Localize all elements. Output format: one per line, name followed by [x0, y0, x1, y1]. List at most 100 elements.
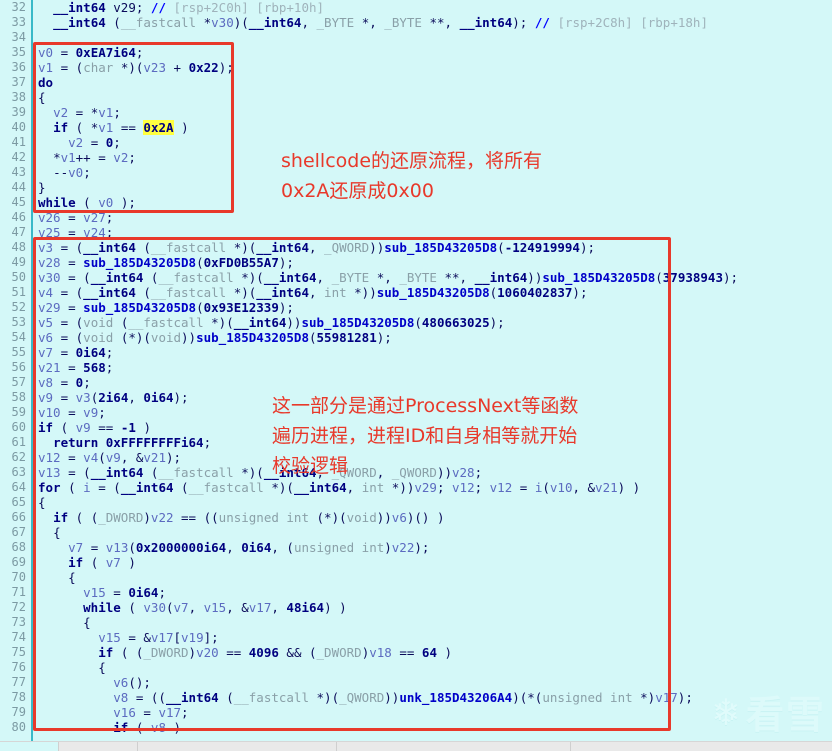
line-text[interactable]: {: [38, 495, 46, 510]
code-line[interactable]: 79 v16 = v17;: [0, 705, 832, 720]
code-line[interactable]: 37 do: [0, 75, 832, 90]
line-text[interactable]: v2 = 0;: [38, 135, 121, 150]
code-line[interactable]: 38 {: [0, 90, 832, 105]
line-text[interactable]: if ( (_DWORD)v22 == ((unsigned int (*)(v…: [38, 510, 444, 525]
line-number: 75: [11, 645, 26, 659]
line-text[interactable]: if ( v9 == -1 ): [38, 420, 151, 435]
line-text[interactable]: {: [38, 660, 106, 675]
line-number: 60: [11, 420, 26, 434]
code-line[interactable]: 55 v7 = 0i64;: [0, 345, 832, 360]
line-text[interactable]: {: [38, 615, 91, 630]
line-text[interactable]: v15 = 0i64;: [38, 585, 166, 600]
code-line[interactable]: 71 v15 = 0i64;: [0, 585, 832, 600]
line-text[interactable]: while ( v30(v7, v15, &v17, 48i64) ): [38, 600, 346, 615]
code-line[interactable]: 35 v0 = 0xEA7i64;: [0, 45, 832, 60]
code-line[interactable]: 68 v7 = v13(0x2000000i64, 0i64, (unsigne…: [0, 540, 832, 555]
line-text[interactable]: v28 = sub_185D43205D8(0xFD0B55A7);: [38, 255, 294, 270]
code-line[interactable]: 34: [0, 30, 832, 45]
line-text[interactable]: v26 = v27;: [38, 210, 113, 225]
line-number: 73: [11, 615, 26, 629]
line-text[interactable]: {: [38, 570, 76, 585]
code-line[interactable]: 33 __int64 (__fastcall *v30)(__int64, _B…: [0, 15, 832, 30]
line-text[interactable]: v4 = (__int64 (__fastcall *)(__int64, in…: [38, 285, 587, 300]
line-text[interactable]: v10 = v9;: [38, 405, 106, 420]
code-line[interactable]: 54 v6 = (void (*)(void))sub_185D43205D8(5…: [0, 330, 832, 345]
line-text[interactable]: __int64 (__fastcall *v30)(__int64, _BYTE…: [38, 15, 708, 30]
line-number: 62: [11, 450, 26, 464]
line-text[interactable]: v29 = sub_185D43205D8(0x93E12339);: [38, 300, 294, 315]
line-number: 53: [11, 315, 26, 329]
line-text[interactable]: v8 = ((__int64 (__fastcall *)(_QWORD))un…: [38, 690, 693, 705]
code-line[interactable]: 74 v15 = &v17[v19];: [0, 630, 832, 645]
line-text[interactable]: v15 = &v17[v19];: [38, 630, 218, 645]
line-text[interactable]: for ( i = (__int64 (__fastcall *)(__int6…: [38, 480, 640, 495]
line-text[interactable]: v12 = v4(v9, &v21);: [38, 450, 181, 465]
code-line[interactable]: 73 {: [0, 615, 832, 630]
line-text[interactable]: v6 = (void (*)(void))sub_185D43205D8(559…: [38, 330, 392, 345]
code-line[interactable]: 65 {: [0, 495, 832, 510]
line-number: 65: [11, 495, 26, 509]
line-text[interactable]: v7 = v13(0x2000000i64, 0i64, (unsigned i…: [38, 540, 429, 555]
annotation-line: 0x2A还原成0x00: [281, 180, 434, 202]
line-text[interactable]: v2 = *v1;: [38, 105, 121, 120]
line-text[interactable]: return 0xFFFFFFFFi64;: [38, 435, 211, 450]
line-text[interactable]: v3 = (__int64 (__fastcall *)(__int64, _Q…: [38, 240, 595, 255]
line-text[interactable]: __int64 v29; // [rsp+2C0h] [rbp+10h]: [38, 0, 324, 15]
line-number: 67: [11, 525, 26, 539]
line-text[interactable]: while ( v0 );: [38, 195, 136, 210]
code-line[interactable]: 80 if ( v8 ): [0, 720, 832, 735]
code-line[interactable]: 57 v8 = 0;: [0, 375, 832, 390]
line-text[interactable]: v5 = (void (__fastcall *)(__int64))sub_1…: [38, 315, 505, 330]
line-number: 47: [11, 225, 26, 239]
code-line[interactable]: 64 for ( i = (__int64 (__fastcall *)(__in…: [0, 480, 832, 495]
line-text[interactable]: do: [38, 75, 53, 90]
line-text[interactable]: v1 = (char *)(v23 + 0x22);: [38, 60, 234, 75]
line-text[interactable]: v0 = 0xEA7i64;: [38, 45, 143, 60]
code-area[interactable]: 32 __int64 v29; // [rsp+2C0h] [rbp+10h] 3…: [0, 0, 832, 742]
line-text[interactable]: v9 = v3(2i64, 0i64);: [38, 390, 189, 405]
code-line[interactable]: 47 v25 = v24;: [0, 225, 832, 240]
code-line[interactable]: 36 v1 = (char *)(v23 + 0x22);: [0, 60, 832, 75]
code-line[interactable]: 46 v26 = v27;: [0, 210, 832, 225]
line-number: 34: [11, 30, 26, 44]
line-text[interactable]: v8 = 0;: [38, 375, 91, 390]
line-text[interactable]: if ( (_DWORD)v20 == 4096 && (_DWORD)v18 …: [38, 645, 452, 660]
line-text[interactable]: }: [38, 180, 46, 195]
code-line[interactable]: 77 v6();: [0, 675, 832, 690]
line-text[interactable]: {: [38, 525, 61, 540]
code-line[interactable]: 48 v3 = (__int64 (__fastcall *)(__int64, …: [0, 240, 832, 255]
code-line[interactable]: 76 {: [0, 660, 832, 675]
code-line[interactable]: 39 v2 = *v1;: [0, 105, 832, 120]
code-line[interactable]: 75 if ( (_DWORD)v20 == 4096 && (_DWORD)v…: [0, 645, 832, 660]
line-text[interactable]: *v1++ = v2;: [38, 150, 136, 165]
line-number: 37: [11, 75, 26, 89]
line-text[interactable]: v25 = v24;: [38, 225, 113, 240]
line-text[interactable]: if ( v8 ): [38, 720, 181, 735]
code-line[interactable]: 49 v28 = sub_185D43205D8(0xFD0B55A7);: [0, 255, 832, 270]
line-text[interactable]: if ( v7 ): [38, 555, 136, 570]
code-line[interactable]: 70 {: [0, 570, 832, 585]
line-text[interactable]: {: [38, 90, 46, 105]
line-text[interactable]: --v0;: [38, 165, 91, 180]
code-line[interactable]: 67 {: [0, 525, 832, 540]
line-text[interactable]: v21 = 568;: [38, 360, 113, 375]
code-line[interactable]: 40 if ( *v1 == 0x2A ): [0, 120, 832, 135]
line-text[interactable]: v7 = 0i64;: [38, 345, 113, 360]
code-line[interactable]: 51 v4 = (__int64 (__fastcall *)(__int64, …: [0, 285, 832, 300]
code-line[interactable]: 52 v29 = sub_185D43205D8(0x93E12339);: [0, 300, 832, 315]
code-line[interactable]: 78 v8 = ((__int64 (__fastcall *)(_QWORD)…: [0, 690, 832, 705]
code-line[interactable]: 32 __int64 v29; // [rsp+2C0h] [rbp+10h]: [0, 0, 832, 15]
code-line[interactable]: 66 if ( (_DWORD)v22 == ((unsigned int (*…: [0, 510, 832, 525]
line-number: 79: [11, 705, 26, 719]
line-number: 72: [11, 600, 26, 614]
line-text[interactable]: v6();: [38, 675, 151, 690]
line-text[interactable]: if ( *v1 == 0x2A ): [38, 120, 189, 135]
code-line[interactable]: 69 if ( v7 ): [0, 555, 832, 570]
code-line[interactable]: 56 v21 = 568;: [0, 360, 832, 375]
line-number: 55: [11, 345, 26, 359]
code-line[interactable]: 53 v5 = (void (__fastcall *)(__int64))sub…: [0, 315, 832, 330]
line-text[interactable]: v16 = v17;: [38, 705, 188, 720]
line-text[interactable]: v30 = (__int64 (__fastcall *)(__int64, _…: [38, 270, 738, 285]
code-line[interactable]: 72 while ( v30(v7, v15, &v17, 48i64) ): [0, 600, 832, 615]
code-line[interactable]: 50 v30 = (__int64 (__fastcall *)(__int64,…: [0, 270, 832, 285]
